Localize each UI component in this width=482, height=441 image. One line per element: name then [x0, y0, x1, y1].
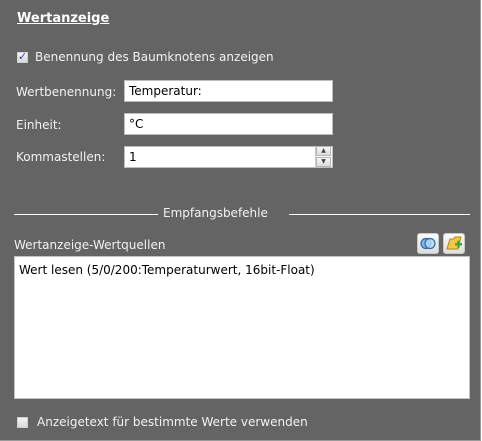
add-folder-icon	[446, 236, 462, 250]
spin-up-icon[interactable]: ▲	[316, 146, 331, 156]
custom-text-checkbox[interactable]	[17, 417, 28, 428]
decimals-stepper[interactable]: ▲ ▼	[315, 146, 331, 168]
section-title: Wertanzeige	[17, 11, 110, 26]
unit-input[interactable]: °C	[124, 113, 333, 135]
value-sources-label: Wertanzeige-Wertquellen	[14, 238, 166, 252]
show-node-name-checkbox[interactable]	[17, 50, 28, 63]
value-sources-list[interactable]: Wert lesen (5/0/200:Temperaturwert, 16bi…	[14, 256, 470, 399]
view-source-button[interactable]	[417, 233, 439, 254]
add-source-button[interactable]	[443, 233, 465, 254]
receive-commands-heading: Empfangsbefehle	[163, 206, 268, 220]
value-name-input[interactable]: Temperatur:	[124, 80, 333, 102]
value-display-panel: Wertanzeige Benennung des Baumknotens an…	[0, 0, 481, 441]
decimals-input[interactable]: 1	[124, 146, 333, 168]
view-icon	[420, 237, 436, 250]
divider-line-right	[289, 214, 470, 215]
spin-down-icon[interactable]: ▼	[316, 157, 331, 167]
unit-label: Einheit:	[16, 118, 62, 132]
divider-line-left	[14, 214, 158, 215]
value-name-label: Wertbenennung:	[16, 85, 117, 99]
decimals-label: Kommastellen:	[16, 150, 106, 164]
list-item[interactable]: Wert lesen (5/0/200:Temperaturwert, 16bi…	[19, 263, 315, 277]
show-node-name-label[interactable]: Benennung des Baumknotens anzeigen	[35, 50, 274, 64]
custom-text-label[interactable]: Anzeigetext für bestimmte Werte verwende…	[37, 415, 308, 429]
